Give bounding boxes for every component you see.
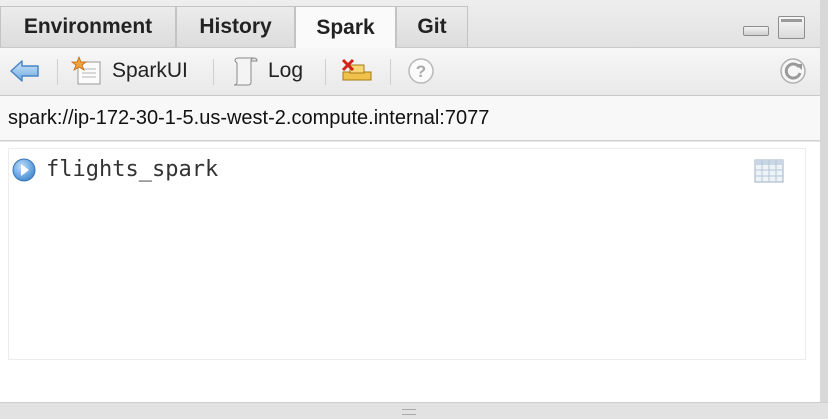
sparkui-label: SparkUI <box>112 59 188 82</box>
refresh-icon <box>780 58 806 84</box>
connection-address-text: spark://ip-172-30-1-5.us-west-2.compute.… <box>8 106 490 129</box>
toolbar-separator <box>57 59 58 85</box>
spark-toolbar: SparkUI Log ? <box>0 48 820 96</box>
spark-connection-address: spark://ip-172-30-1-5.us-west-2.compute.… <box>0 96 820 141</box>
svg-text:?: ? <box>416 62 426 81</box>
tab-spark[interactable]: Spark <box>295 6 396 48</box>
log-button[interactable]: Log <box>230 56 303 86</box>
tab-git[interactable]: Git <box>396 6 468 47</box>
disconnect-icon <box>341 58 372 81</box>
tab-label: Environment <box>23 15 153 38</box>
toolbar-separator <box>390 59 391 85</box>
minimize-pane-button[interactable] <box>743 26 769 36</box>
pane-splitter[interactable] <box>0 402 828 419</box>
log-icon <box>233 57 258 86</box>
tab-label: Spark <box>316 15 375 39</box>
spark-tables-pane: flights_spark <box>0 142 820 402</box>
tab-label: Git <box>417 15 447 38</box>
spark-ui-icon <box>70 56 101 85</box>
back-button[interactable] <box>9 56 41 86</box>
toolbar-separator <box>213 59 214 85</box>
tab-environment[interactable]: Environment <box>0 6 176 47</box>
spark-table-list: flights_spark <box>8 148 806 360</box>
help-icon: ? <box>408 58 434 84</box>
table-grid-icon[interactable] <box>754 158 784 184</box>
back-arrow-icon <box>10 60 39 82</box>
pane-border <box>820 0 828 418</box>
pane-tab-bar: Environment History Spark Git <box>0 0 820 48</box>
maximize-pane-button[interactable] <box>778 16 805 39</box>
sparkui-button[interactable]: SparkUI <box>70 56 188 86</box>
refresh-button[interactable] <box>776 56 810 86</box>
expand-icon[interactable] <box>12 158 36 182</box>
splitter-grip-icon[interactable] <box>402 409 416 415</box>
table-name[interactable]: flights_spark <box>46 157 218 182</box>
toolbar-separator <box>325 59 326 85</box>
tab-label: History <box>199 15 272 38</box>
table-row[interactable]: flights_spark <box>9 153 805 189</box>
help-button[interactable]: ? <box>406 56 436 86</box>
log-label: Log <box>268 59 304 82</box>
disconnect-button[interactable] <box>340 56 376 86</box>
tab-history[interactable]: History <box>176 6 295 47</box>
